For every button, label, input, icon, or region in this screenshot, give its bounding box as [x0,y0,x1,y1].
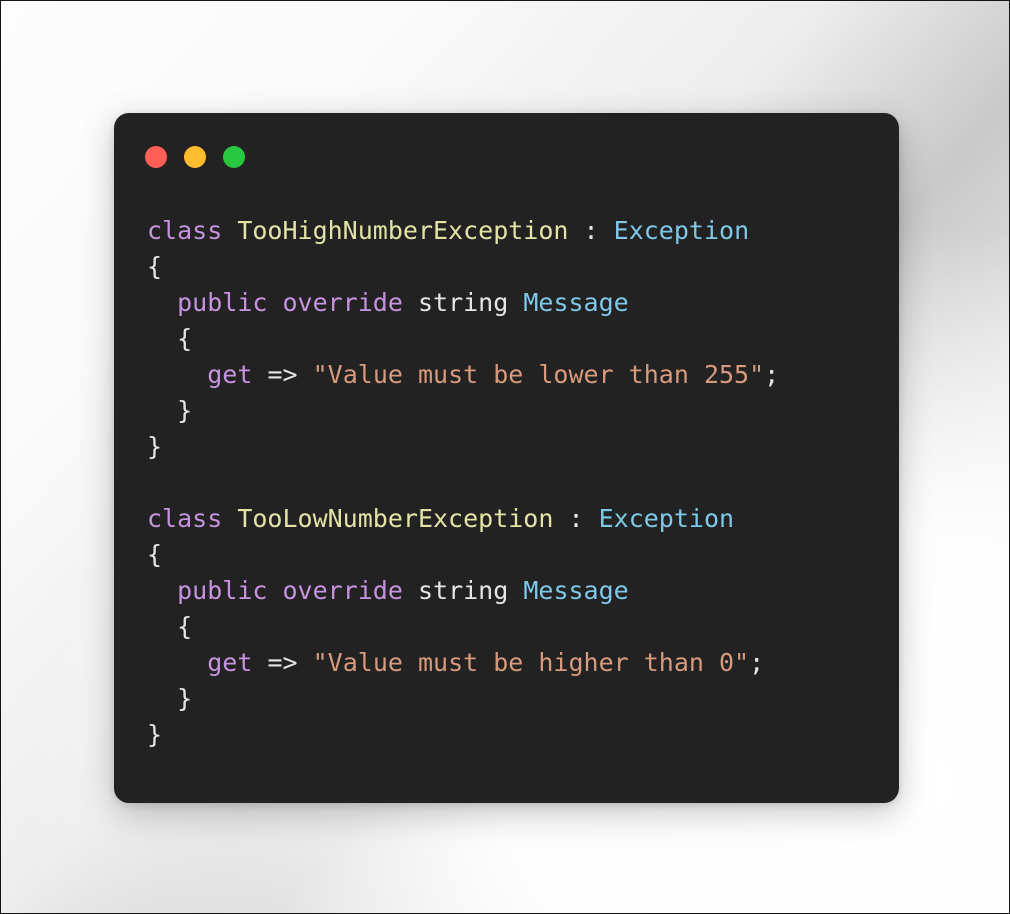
code-token-kw: override [282,288,403,317]
code-token-type: TooHighNumberException [237,216,569,245]
code-token-punct: : [568,504,584,533]
code-token-str: "Value must be higher than 0" [312,648,750,677]
code-token-punct: { [147,612,193,641]
code-line: get => "Value must be higher than 0"; [147,645,889,681]
code-block: class TooHighNumberException : Exception… [147,213,889,753]
code-line: class TooLowNumberException : Exception [147,501,889,537]
code-token-op: => [267,360,298,389]
code-line: public override string Message [147,573,889,609]
code-token-kw: public [177,576,268,605]
code-line: { [147,321,889,357]
code-token-punct: { [147,252,163,281]
code-line: { [147,609,889,645]
code-token-plain: string [417,288,509,317]
window-titlebar [114,113,899,201]
code-line: { [147,249,889,285]
code-token-kw: class [147,504,223,533]
code-token-punct: : [583,216,599,245]
code-token-kw: public [177,288,268,317]
code-token-op: => [267,648,298,677]
code-token-punct: } [147,720,163,749]
code-line: class TooHighNumberException : Exception [147,213,889,249]
code-token-kw: get [207,360,253,389]
code-token-punct: { [147,540,163,569]
code-token-punct: } [147,432,163,461]
code-token-str: "Value must be lower than 255" [312,360,765,389]
code-token-punct: ; [749,648,765,677]
code-line: get => "Value must be lower than 255"; [147,357,889,393]
code-token-class: Message [523,288,629,317]
code-line: { [147,537,889,573]
code-line: public override string Message [147,285,889,321]
code-token-punct: ; [764,360,780,389]
code-token-punct: } [147,684,193,713]
code-token-kw: get [207,648,253,677]
code-snippet-window: class TooHighNumberException : Exception… [114,113,899,803]
code-token-class: Exception [598,504,735,533]
close-window-button[interactable] [145,146,167,168]
code-line: } [147,393,889,429]
code-token-type: TooLowNumberException [237,504,554,533]
code-token-punct: } [147,396,193,425]
code-token-class: Message [523,576,629,605]
maximize-window-button[interactable] [223,146,245,168]
page-root: class TooHighNumberException : Exception… [0,0,1010,914]
code-line: } [147,681,889,717]
code-token-class: Exception [613,216,750,245]
code-token-kw: class [147,216,223,245]
code-line: } [147,717,889,753]
code-token-kw: override [282,576,403,605]
code-line: } [147,429,889,465]
minimize-window-button[interactable] [184,146,206,168]
code-token-punct: { [147,324,193,353]
code-token-plain: string [417,576,509,605]
